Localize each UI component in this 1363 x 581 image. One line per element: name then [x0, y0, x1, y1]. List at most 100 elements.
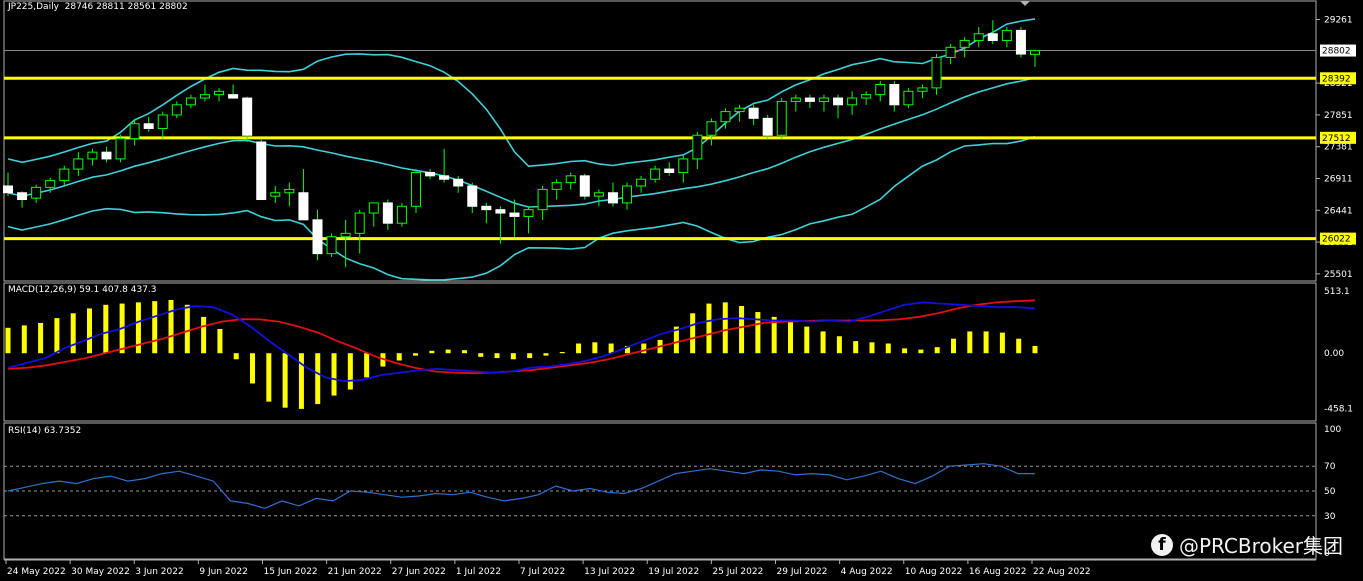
candle-body: [185, 97, 196, 106]
macd-histogram-bar: [201, 316, 207, 354]
candle-body: [903, 90, 914, 106]
macd-histogram-bar: [413, 353, 419, 356]
x-axis-label: 16 Aug 2022: [969, 567, 1027, 577]
macd-signal-line: [7, 299, 1036, 375]
candle-body: [636, 178, 647, 187]
candle-body: [833, 97, 844, 106]
candle-body: [861, 94, 872, 99]
trading-chart[interactable]: 2926128321278512738126911264412597125501…: [0, 0, 1363, 581]
macd-main-line: [7, 301, 1036, 383]
level-price-label: 28392: [1322, 74, 1351, 84]
macd-histogram-bar: [21, 325, 27, 354]
candle-body: [579, 175, 590, 197]
candle-body: [495, 209, 506, 214]
candle-body: [284, 188, 295, 194]
candle-body: [509, 212, 520, 217]
macd-histogram-bar: [5, 327, 11, 354]
candle-body: [734, 107, 745, 113]
x-axis-label: 21 Jun 2022: [328, 567, 382, 577]
macd-histogram-bar: [853, 341, 859, 354]
macd-histogram-bar: [543, 353, 549, 356]
macd-histogram-bar: [755, 312, 761, 354]
candle-body: [762, 117, 773, 136]
macd-histogram-bar: [820, 331, 826, 354]
candle-body: [790, 97, 801, 102]
candle-body: [59, 168, 70, 182]
rsi-tick-label: 30: [1324, 512, 1336, 522]
price-tick-label: 25501: [1324, 270, 1353, 280]
price-tick-label: 26441: [1324, 206, 1353, 216]
watermark: f @PRCBroker集团: [1150, 530, 1343, 559]
candle-body: [875, 84, 886, 96]
macd-histogram-bar: [396, 353, 402, 361]
macd-histogram-bar: [168, 299, 174, 354]
candle-body: [931, 56, 942, 89]
macd-header: MACD(12,26,9) 59.1 407.8 437.3: [8, 285, 157, 295]
candle-body: [298, 192, 309, 221]
macd-histogram-bar: [315, 353, 321, 405]
x-axis-label: 1 Jul 2022: [456, 567, 501, 577]
candle-body: [1015, 29, 1026, 55]
macd-tick-label: 513.1: [1324, 287, 1350, 297]
macd-histogram-bar: [869, 342, 875, 354]
candle-body: [678, 158, 689, 173]
candle-body: [453, 178, 464, 187]
candle-body: [87, 151, 98, 160]
candle-body: [607, 192, 618, 204]
x-axis-label: 9 Jun 2022: [199, 567, 247, 577]
candle-body: [481, 205, 492, 211]
candle-body: [1030, 50, 1040, 55]
macd-histogram-bar: [559, 352, 565, 354]
macd-histogram-bar: [787, 320, 793, 354]
macd-histogram-bar: [1016, 338, 1022, 354]
candle-body: [396, 205, 407, 224]
candle-body: [523, 209, 534, 217]
x-axis-label: 29 Jul 2022: [777, 567, 828, 577]
candle-body: [242, 97, 253, 136]
macd-histogram-bar: [38, 322, 44, 354]
candle-body: [917, 87, 928, 92]
macd-histogram-bar: [233, 353, 239, 360]
macd-tick-label: -458.1: [1324, 405, 1353, 415]
candle-body: [270, 192, 281, 197]
macd-histogram-bar: [999, 332, 1005, 354]
macd-histogram-bar: [918, 349, 924, 354]
triangle-down-icon: [1020, 1, 1030, 6]
facebook-icon: f: [1150, 533, 1173, 556]
x-axis-label: 24 May 2022: [7, 567, 66, 577]
macd-histogram-bar: [934, 347, 940, 354]
candle-body: [818, 97, 829, 102]
macd-histogram-bar: [1032, 345, 1038, 354]
candle-body: [228, 94, 239, 99]
rsi-line: [7, 463, 1035, 510]
x-axis-label: 27 Jun 2022: [392, 567, 446, 577]
macd-histogram-bar: [347, 353, 353, 390]
candle-body: [622, 185, 633, 204]
macd-histogram-bar: [429, 350, 435, 354]
macd-histogram-bar: [592, 342, 598, 354]
macd-histogram-bar: [250, 353, 256, 384]
current-price-label: 28802: [1322, 47, 1351, 57]
x-axis-label: 7 Jul 2022: [520, 567, 565, 577]
candle-body: [706, 121, 717, 136]
candle-body: [382, 202, 393, 224]
candle-body: [720, 111, 731, 123]
candle-body: [17, 192, 28, 201]
candle-body: [551, 182, 562, 190]
candle-body: [889, 84, 900, 106]
macd-histogram-bar: [690, 313, 696, 354]
macd-histogram-bar: [217, 329, 223, 354]
candle-body: [3, 185, 13, 194]
candle-body: [776, 100, 787, 136]
x-axis-label: 10 Aug 2022: [905, 567, 963, 577]
candle-body: [804, 97, 815, 102]
candle-body: [312, 219, 323, 255]
macd-histogram-bar: [836, 336, 842, 354]
macd-histogram-bar: [510, 353, 516, 360]
candle-body: [664, 168, 675, 173]
level-price-label: 27512: [1322, 134, 1351, 144]
price-tick-label: 26911: [1324, 174, 1353, 184]
x-axis-label: 4 Aug 2022: [841, 567, 893, 577]
middle-band: [7, 76, 1036, 208]
macd-histogram-bar: [103, 304, 109, 354]
